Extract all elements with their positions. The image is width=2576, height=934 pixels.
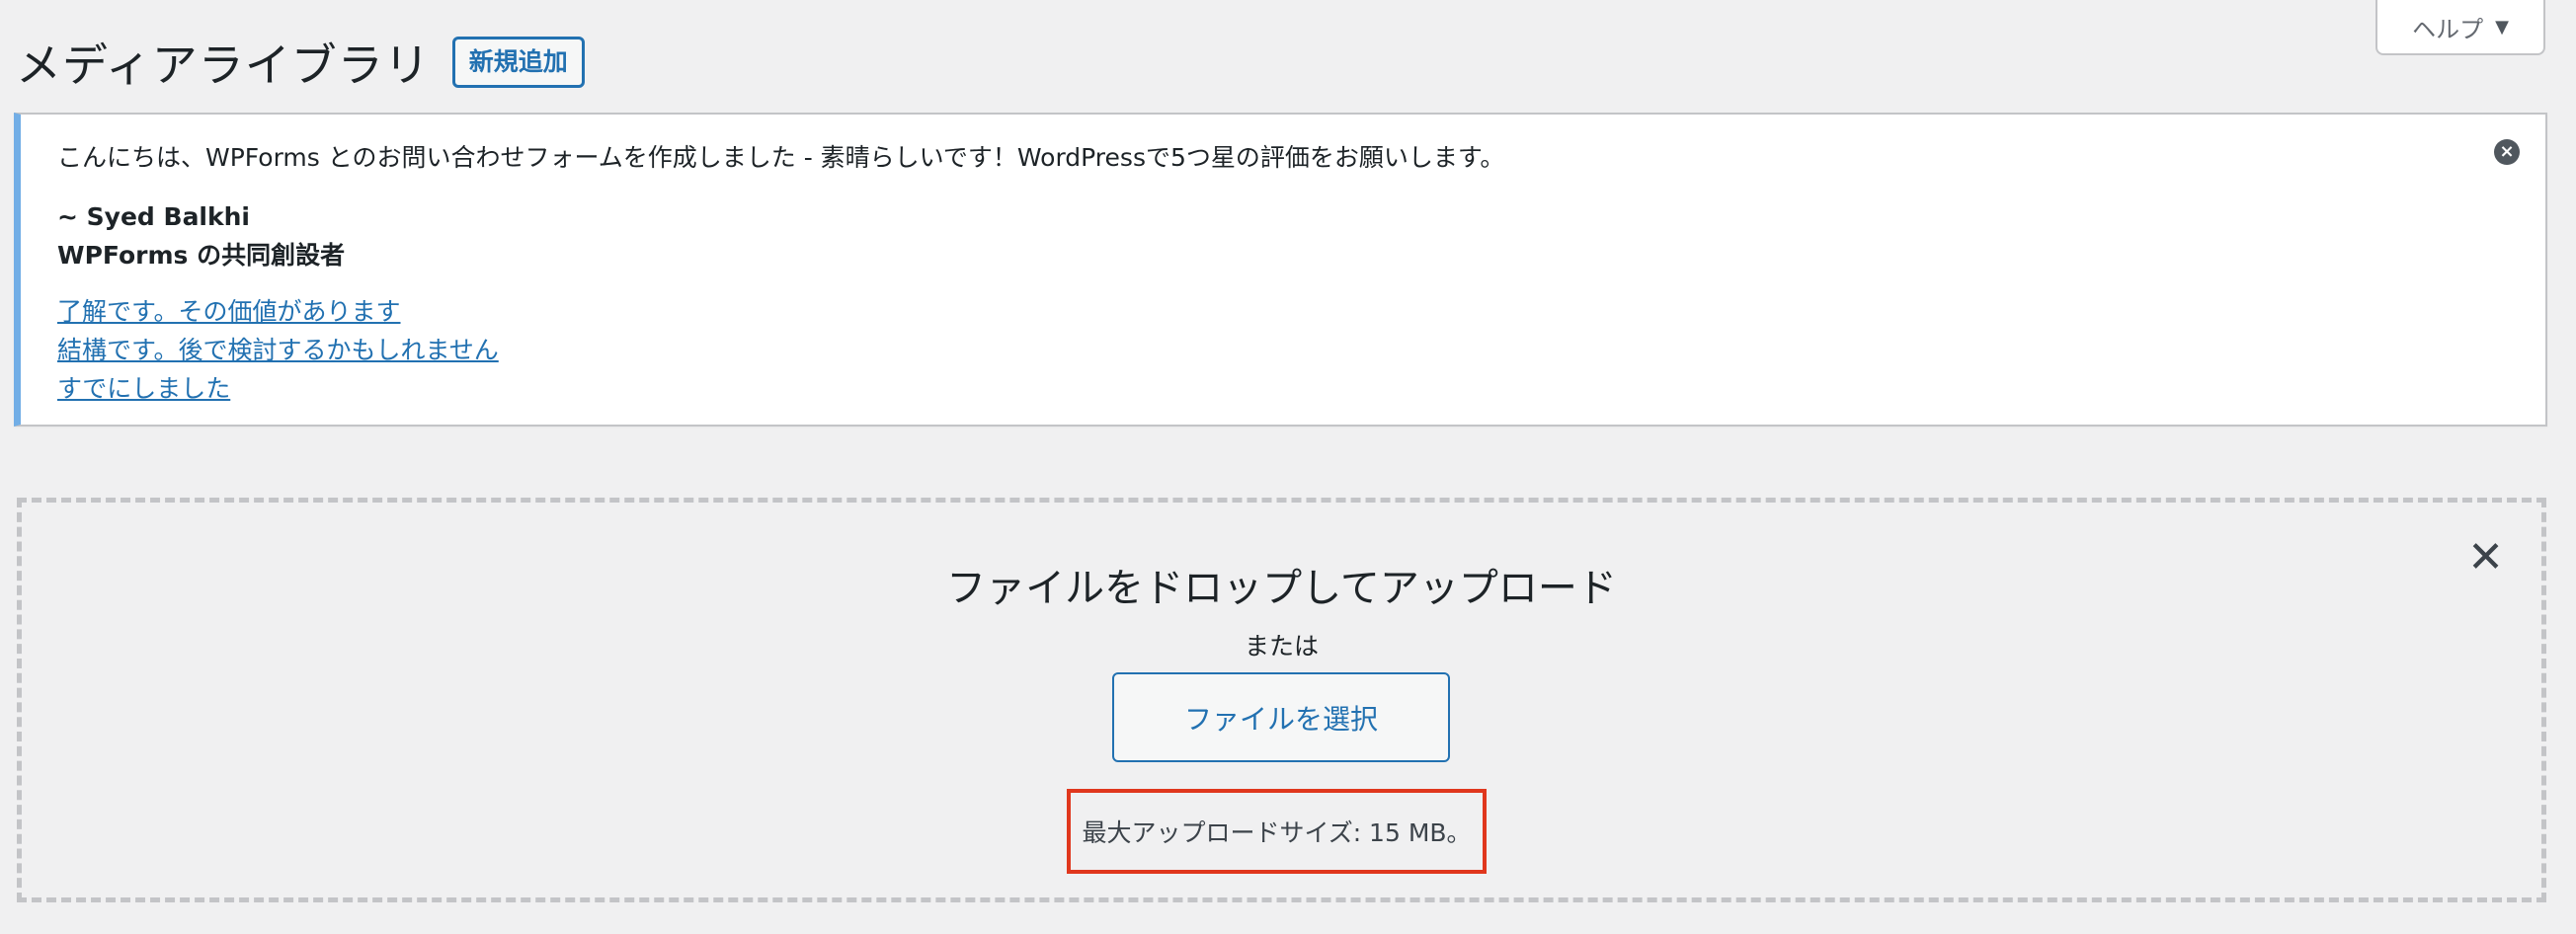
wpforms-review-notice: こんにちは、WPForms とのお問い合わせフォームを作成しました - 素晴らし… bbox=[14, 113, 2547, 427]
help-tab-button[interactable]: ヘルプ ▼ bbox=[2375, 0, 2545, 55]
drop-title: ファイルをドロップしてアップロード bbox=[946, 566, 1617, 611]
notice-link-already[interactable]: すでにしました bbox=[57, 369, 499, 408]
signature-role: WPForms の共同創設者 bbox=[57, 241, 346, 270]
select-files-button[interactable]: ファイルを選択 bbox=[1112, 672, 1450, 762]
notice-link-rate[interactable]: 了解です。その価値があります bbox=[57, 292, 499, 331]
notice-link-later[interactable]: 結構です。後で検討するかもしれません bbox=[57, 331, 499, 369]
notice-signature: ~ Syed Balkhi WPForms の共同創設者 bbox=[57, 197, 345, 274]
notice-links: 了解です。その価値があります 結構です。後で検討するかもしれません すでにしまし… bbox=[57, 292, 499, 408]
signature-name: ~ Syed Balkhi bbox=[57, 202, 250, 231]
page-heading: メディアライブラリ 新規追加 bbox=[16, 30, 585, 95]
dismiss-icon[interactable]: × bbox=[2494, 139, 2520, 165]
or-label: または bbox=[1244, 632, 1319, 661]
add-new-button[interactable]: 新規追加 bbox=[451, 37, 585, 88]
max-upload-size: 最大アップロードサイズ: 15 MB。 bbox=[1067, 789, 1487, 874]
max-upload-size-text: 最大アップロードサイズ: 15 MB。 bbox=[1082, 818, 1472, 847]
caret-down-icon: ▼ bbox=[2495, 16, 2509, 38]
upload-dropzone[interactable]: ✕ ファイルをドロップしてアップロード または ファイルを選択 最大アップロード… bbox=[17, 498, 2546, 902]
help-label: ヘルプ bbox=[2412, 15, 2484, 43]
notice-message: こんにちは、WPForms とのお問い合わせフォームを作成しました - 素晴らし… bbox=[57, 143, 1505, 172]
media-library-page: ヘルプ ▼ メディアライブラリ 新規追加 こんにちは、WPForms とのお問い… bbox=[0, 0, 2576, 934]
page-title: メディアライブラリ bbox=[16, 39, 431, 92]
